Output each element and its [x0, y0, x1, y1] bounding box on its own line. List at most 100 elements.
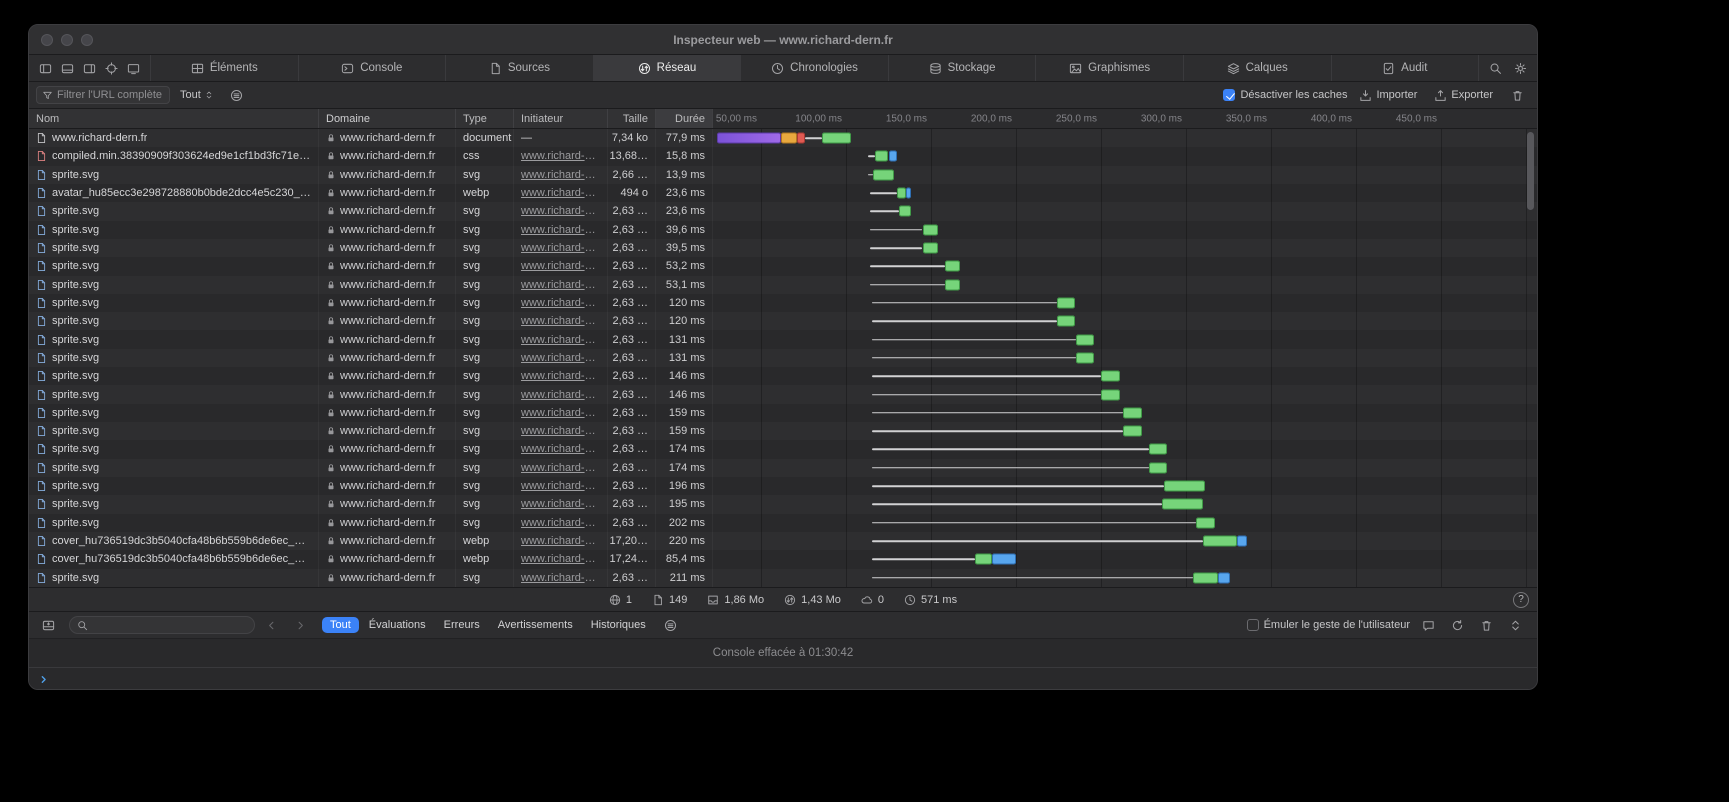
gear-button[interactable]: [1508, 62, 1533, 75]
console-trash-button[interactable]: [1472, 619, 1501, 632]
main-tab[interactable]: Audit: [1332, 55, 1480, 81]
initiator-link[interactable]: www.richard-d…: [521, 553, 600, 565]
initiator-link[interactable]: www.richard-d…: [521, 242, 600, 254]
table-row[interactable]: sprite.svgwww.richard-dern.frsvgwww.rich…: [29, 569, 1537, 587]
scrollbar[interactable]: [1525, 130, 1535, 586]
clear-network-button[interactable]: [1505, 89, 1530, 102]
console-search-field[interactable]: [69, 616, 255, 634]
initiator-link[interactable]: www.richard-d…: [521, 205, 600, 217]
column-header-taille[interactable]: Taille: [608, 109, 656, 128]
minimize-button[interactable]: [61, 34, 73, 46]
table-row[interactable]: sprite.svgwww.richard-dern.frsvgwww.rich…: [29, 367, 1537, 385]
table-row[interactable]: www.richard-dern.frwww.richard-dern.frdo…: [29, 129, 1537, 147]
initiator-link[interactable]: www.richard-d…: [521, 315, 600, 327]
emulate-user-gesture-checkbox[interactable]: [1247, 619, 1259, 631]
scrollbar-thumb[interactable]: [1527, 132, 1534, 210]
help-button[interactable]: ?: [1513, 592, 1529, 608]
device-button[interactable]: [126, 62, 141, 75]
initiator-link[interactable]: www.richard-d…: [521, 498, 600, 510]
disable-caches-checkbox[interactable]: [1223, 89, 1235, 101]
close-button[interactable]: [41, 34, 53, 46]
column-header-domaine[interactable]: Domaine: [319, 109, 456, 128]
table-row[interactable]: sprite.svgwww.richard-dern.frsvgwww.rich…: [29, 312, 1537, 330]
main-tab[interactable]: Graphismes: [1036, 55, 1184, 81]
table-row[interactable]: sprite.svgwww.richard-dern.frsvgwww.rich…: [29, 385, 1537, 403]
table-row[interactable]: sprite.svgwww.richard-dern.frsvgwww.rich…: [29, 440, 1537, 458]
table-row[interactable]: sprite.svgwww.richard-dern.frsvgwww.rich…: [29, 514, 1537, 532]
main-tab[interactable]: Calques: [1184, 55, 1332, 81]
console-scope-tab[interactable]: Historiques: [583, 617, 654, 633]
initiator-link[interactable]: www.richard-d…: [521, 389, 600, 401]
panel-bottom-button[interactable]: [60, 62, 75, 75]
initiator-link[interactable]: www.richard-d…: [521, 260, 600, 272]
table-row[interactable]: sprite.svgwww.richard-dern.frsvgwww.rich…: [29, 276, 1537, 294]
console-expand-button[interactable]: [1501, 619, 1530, 632]
initiator-link[interactable]: www.richard-d…: [521, 187, 600, 199]
next-result-button[interactable]: [288, 619, 313, 632]
initiator-link[interactable]: www.richard-d…: [521, 334, 600, 346]
console-scope-tab[interactable]: Évaluations: [361, 617, 434, 633]
initiator-link[interactable]: www.richard-d…: [521, 150, 600, 162]
main-tab[interactable]: Stockage: [889, 55, 1037, 81]
column-header-initiateur[interactable]: Initiateur: [514, 109, 608, 128]
export-button[interactable]: Exporter: [1429, 89, 1498, 102]
table-row[interactable]: sprite.svgwww.richard-dern.frsvgwww.rich…: [29, 166, 1537, 184]
console-scope-tab[interactable]: Avertissements: [490, 617, 581, 633]
initiator-link[interactable]: www.richard-d…: [521, 370, 600, 382]
initiator-link[interactable]: www.richard-d…: [521, 407, 600, 419]
table-row[interactable]: sprite.svgwww.richard-dern.frsvgwww.rich…: [29, 422, 1537, 440]
titlebar[interactable]: Inspecteur web — www.richard-dern.fr: [29, 25, 1537, 55]
sidebar-left-button[interactable]: [38, 62, 53, 75]
initiator-link[interactable]: www.richard-d…: [521, 279, 600, 291]
console-search-input[interactable]: [92, 619, 247, 631]
table-row[interactable]: cover_hu736519dc3b5040cfa48b6b559b6de6ec…: [29, 550, 1537, 568]
url-filter-field[interactable]: [36, 86, 170, 104]
table-row[interactable]: sprite.svgwww.richard-dern.frsvgwww.rich…: [29, 349, 1537, 367]
console-scope-tab[interactable]: Tout: [322, 617, 359, 633]
emulate-user-gesture-toggle[interactable]: Émuler le geste de l'utilisateur: [1247, 619, 1410, 631]
previous-result-button[interactable]: [259, 619, 284, 632]
table-row[interactable]: sprite.svgwww.richard-dern.frsvgwww.rich…: [29, 221, 1537, 239]
media-filter-button[interactable]: [224, 89, 249, 102]
table-row[interactable]: sprite.svgwww.richard-dern.frsvgwww.rich…: [29, 257, 1537, 275]
url-filter-input[interactable]: [57, 89, 164, 101]
console-scope-tab[interactable]: Erreurs: [436, 617, 488, 633]
table-row[interactable]: cover_hu736519dc3b5040cfa48b6b559b6de6ec…: [29, 532, 1537, 550]
table-row[interactable]: sprite.svgwww.richard-dern.frsvgwww.rich…: [29, 202, 1537, 220]
column-header-duree[interactable]: Durée: [656, 109, 713, 128]
table-row[interactable]: sprite.svgwww.richard-dern.frsvgwww.rich…: [29, 459, 1537, 477]
initiator-link[interactable]: www.richard-d…: [521, 297, 600, 309]
console-prompt[interactable]: [29, 668, 1537, 690]
initiator-link[interactable]: www.richard-d…: [521, 480, 600, 492]
type-filter-dropdown[interactable]: Tout: [177, 88, 217, 102]
search-button[interactable]: [1483, 62, 1508, 75]
disable-caches-toggle[interactable]: Désactiver les caches: [1223, 89, 1347, 101]
main-tab[interactable]: Éléments: [151, 55, 299, 81]
main-tab[interactable]: Chronologies: [741, 55, 889, 81]
table-row[interactable]: sprite.svgwww.richard-dern.frsvgwww.rich…: [29, 404, 1537, 422]
target-button[interactable]: [104, 62, 119, 75]
main-tab[interactable]: Console: [299, 55, 447, 81]
table-row[interactable]: sprite.svgwww.richard-dern.frsvgwww.rich…: [29, 294, 1537, 312]
initiator-link[interactable]: www.richard-d…: [521, 352, 600, 364]
initiator-link[interactable]: www.richard-d…: [521, 517, 600, 529]
initiator-link[interactable]: www.richard-d…: [521, 425, 600, 437]
initiator-link[interactable]: www.richard-d…: [521, 443, 600, 455]
table-row[interactable]: sprite.svgwww.richard-dern.frsvgwww.rich…: [29, 239, 1537, 257]
console-filter-button[interactable]: [658, 619, 683, 632]
main-tab[interactable]: Réseau: [594, 55, 742, 81]
sidebar-right-button[interactable]: [82, 62, 97, 75]
zoom-button[interactable]: [81, 34, 93, 46]
table-row[interactable]: sprite.svgwww.richard-dern.frsvgwww.rich…: [29, 330, 1537, 348]
column-header-type[interactable]: Type: [456, 109, 514, 128]
initiator-link[interactable]: www.richard-d…: [521, 224, 600, 236]
table-row[interactable]: sprite.svgwww.richard-dern.frsvgwww.rich…: [29, 495, 1537, 513]
table-row[interactable]: sprite.svgwww.richard-dern.frsvgwww.rich…: [29, 477, 1537, 495]
initiator-link[interactable]: www.richard-d…: [521, 572, 600, 584]
initiator-link[interactable]: www.richard-d…: [521, 535, 600, 547]
import-button[interactable]: Importer: [1354, 89, 1422, 102]
console-bubble-button[interactable]: [1414, 619, 1443, 632]
table-row[interactable]: compiled.min.38390909f303624ed9e1cf1bd3f…: [29, 147, 1537, 165]
initiator-link[interactable]: www.richard-d…: [521, 462, 600, 474]
table-row[interactable]: avatar_hu85ecc3e298728880b0bde2dcc4e5c23…: [29, 184, 1537, 202]
